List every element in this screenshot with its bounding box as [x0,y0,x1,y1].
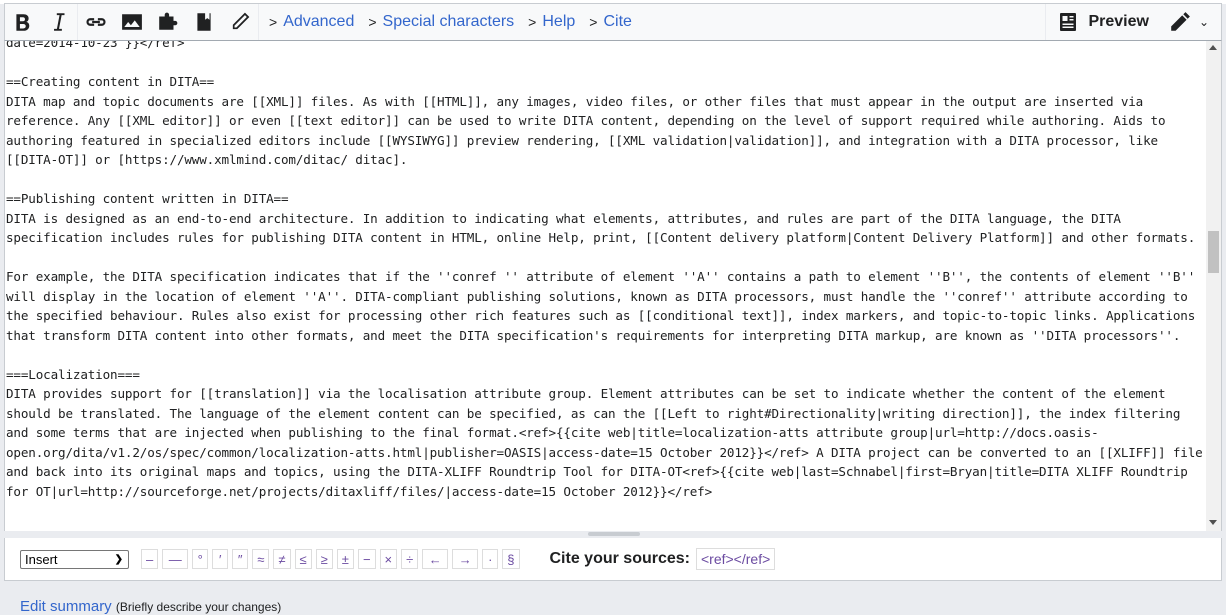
char-list: – — ° ′ ″ ≈ ≠ ≤ ≥ ± − × ÷ ← → · § [141,549,524,569]
highlight-button[interactable] [222,4,258,40]
chevron-down-icon: ❯ [114,553,123,565]
scroll-up-arrow-icon[interactable] [1209,45,1217,50]
bookmark-icon [197,13,211,31]
bold-icon [16,14,30,31]
wikitext-line [6,248,1204,268]
wikitext-line: For example, the DITA specification indi… [6,269,1203,343]
link-button[interactable] [78,4,114,40]
pencil-icon [1171,12,1190,31]
special-char-button[interactable]: · [482,549,499,569]
special-char-button[interactable]: − [357,549,376,569]
image-icon [122,14,142,30]
chevron-down-icon: ⌄ [1198,15,1209,29]
special-char-button[interactable]: × [379,549,398,569]
scrollbar-thumb[interactable] [1208,231,1219,273]
special-char-button[interactable]: ÷ [401,549,419,569]
wikitext-line [6,345,1204,365]
italic-icon [54,13,65,31]
link-icon [86,18,106,26]
reference-button[interactable] [186,4,222,40]
italic-button[interactable] [41,4,77,40]
tab-cite[interactable]: > Cite [589,13,632,31]
edit-summary-hint: (Briefly describe your changes) [115,600,282,614]
chevron-right-icon: > [269,14,278,30]
wikitext-line: DITA is designed as an end-to-end archit… [6,210,1196,246]
tab-label: Advanced [283,13,355,30]
special-char-button[interactable]: ≠ [273,549,291,569]
wikitext-line: ==Creating content in DITA== [6,74,215,89]
tab-label: Cite [603,13,632,30]
wikitext-line: DITA provides support for [[translation]… [6,386,1203,499]
vertical-scrollbar[interactable] [1206,41,1221,531]
bold-button[interactable] [5,4,41,40]
image-button[interactable] [114,4,150,40]
scroll-down-arrow-icon[interactable] [1209,520,1217,525]
resize-grip-icon[interactable] [588,532,640,536]
special-char-button[interactable]: § [502,549,520,569]
chevron-right-icon: > [368,14,377,30]
wikitext-line: date=2014-10-23 }}</ref> [6,41,185,50]
insert-group [78,4,259,40]
edit-summary: Edit summary (Briefly describe your chan… [20,598,281,615]
pencil-icon [232,12,250,30]
insert-select[interactable]: Insert ❯ [20,549,129,569]
special-char-button[interactable]: — [162,549,189,569]
wikitext-line: DITA map and topic documents are [[XML]]… [6,93,1173,168]
special-char-button[interactable]: ° [192,549,209,569]
wikitext-line [6,53,1204,73]
special-char-button[interactable]: → [452,549,479,569]
wikitext-line [6,170,1204,190]
wikitext-content[interactable]: date=2014-10-23 }}</ref> ==Creating cont… [6,41,1204,501]
special-char-button[interactable]: ≥ [315,549,333,569]
chevron-right-icon: > [528,14,537,30]
preview-icon [1060,13,1077,31]
special-char-button[interactable]: ← [422,549,449,569]
tab-special-characters[interactable]: > Special characters [368,13,514,31]
tab-advanced[interactable]: > Advanced [269,13,354,31]
format-group [5,4,78,40]
special-char-button[interactable]: ≈ [252,549,270,569]
puzzle-icon [159,12,178,30]
wikitext-line: ===Localization=== [6,366,140,382]
right-tools: Preview ⌄ [1045,4,1221,40]
ref-insert-button[interactable]: <ref></ref> [695,548,776,570]
wikitext-line: ==Publishing content written in DITA== [6,191,289,206]
special-char-button[interactable]: ≤ [294,549,312,569]
chevron-right-icon: > [589,14,598,30]
special-char-button[interactable]: ± [336,549,354,569]
tab-help[interactable]: > Help [528,13,575,31]
tab-label: Help [542,13,576,30]
tab-label: Special characters [382,13,515,30]
wikitext-editor[interactable]: date=2014-10-23 }}</ref> ==Creating cont… [4,41,1222,531]
template-button[interactable] [150,4,186,40]
preview-label: Preview [1088,13,1149,30]
preview-button[interactable]: Preview [1045,4,1160,40]
special-char-button[interactable]: ′ [212,549,229,569]
insert-select-value: Insert [25,551,58,567]
special-char-button[interactable]: ″ [232,549,249,569]
edit-summary-link[interactable]: Edit summary [20,598,112,615]
cite-sources-label: Cite your sources: [549,550,690,567]
editor-toolbar: > Advanced > Special characters > Help > Cit… [4,3,1222,41]
editing-mode-button[interactable]: ⌄ [1161,4,1221,40]
special-characters-bar: Insert ❯ – — ° ′ ″ ≈ ≠ ≤ ≥ ± − × ÷ ← → · § Cite your sou… [4,538,1222,581]
special-char-button[interactable]: – [141,549,159,569]
